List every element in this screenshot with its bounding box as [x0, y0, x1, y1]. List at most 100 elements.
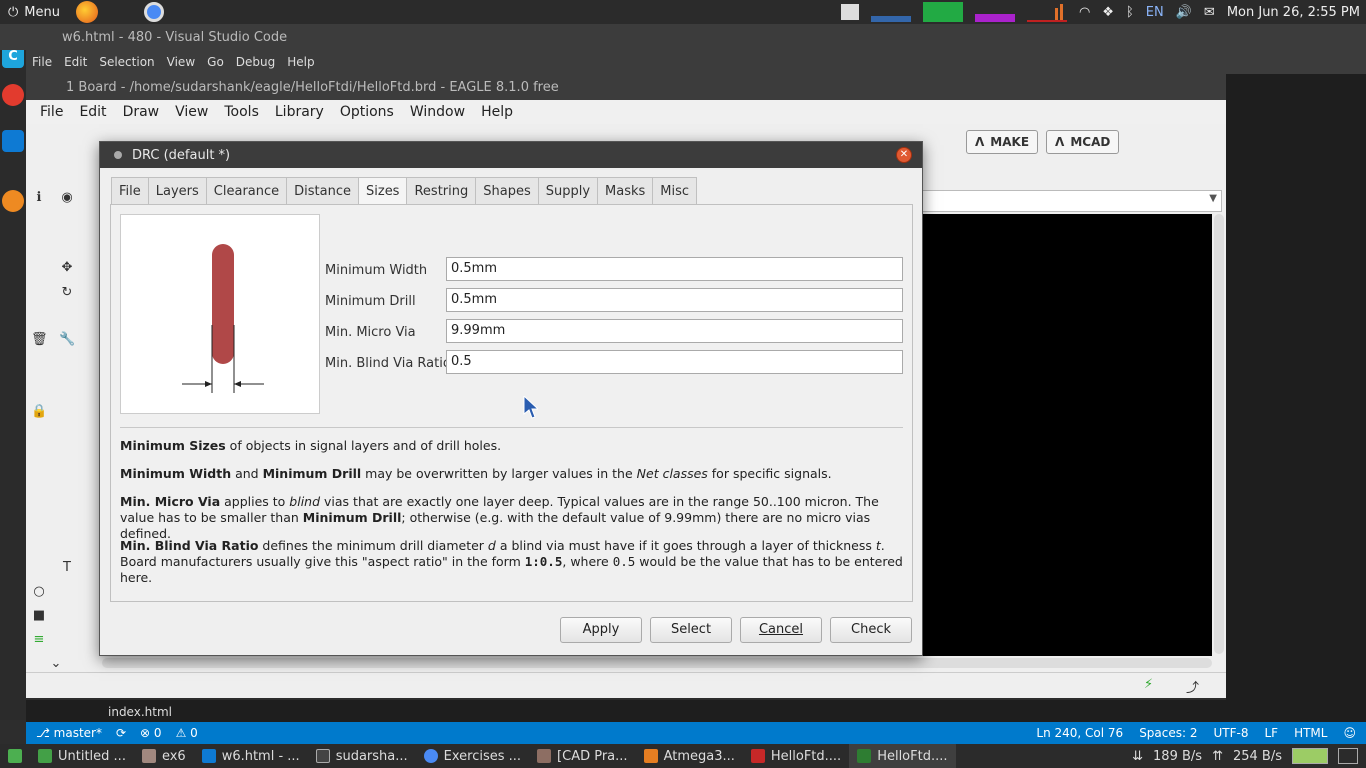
vertical-scrollbar[interactable]	[1214, 214, 1224, 654]
feedback-icon[interactable]: ☺	[1343, 726, 1356, 740]
chevron-down-icon[interactable]: ⌄	[48, 656, 64, 672]
clock[interactable]: Mon Jun 26, 2:55 PM	[1227, 5, 1360, 20]
rectangle-icon[interactable]: ■	[31, 608, 47, 624]
select-button[interactable]: Select	[650, 617, 732, 643]
cancel-button[interactable]: Cancel	[740, 617, 822, 643]
help-emphasis: Net classes	[636, 466, 708, 481]
eagle-menu-tools[interactable]: Tools	[216, 104, 267, 120]
tab-file[interactable]: File	[111, 177, 148, 205]
vscode-menu-view[interactable]: View	[161, 55, 201, 69]
blender-app-icon[interactable]	[2, 190, 24, 212]
chrome-icon[interactable]	[144, 2, 164, 22]
tab-supply[interactable]: Supply	[537, 177, 598, 205]
vscode-menu-debug[interactable]: Debug	[230, 55, 281, 69]
minimum-width-input[interactable]: 0.5mm	[446, 257, 903, 281]
eagle-menu-options[interactable]: Options	[332, 104, 402, 120]
cursor-position[interactable]: Ln 240, Col 76	[1036, 726, 1123, 740]
task-item[interactable]: [CAD Pra...	[529, 744, 636, 768]
help-term: Minimum Width	[120, 466, 232, 481]
tab-sizes[interactable]: Sizes	[358, 177, 407, 205]
text-icon[interactable]: T	[59, 560, 75, 576]
indentation[interactable]: Spaces: 2	[1139, 726, 1197, 740]
window-menu-icon[interactable]	[114, 151, 122, 159]
show-desktop-button[interactable]	[0, 744, 30, 768]
vscode-menu-help[interactable]: Help	[281, 55, 320, 69]
eagle-menu-view[interactable]: View	[167, 104, 216, 120]
apply-button[interactable]: Apply	[560, 617, 642, 643]
task-item[interactable]: w6.html - ...	[194, 744, 308, 768]
lightning-icon[interactable]: ⚡	[1144, 677, 1153, 692]
sync-icon[interactable]: ⟳	[116, 726, 126, 740]
rotate-icon[interactable]: ↻	[59, 285, 75, 301]
volume-icon[interactable]: 🔊	[1176, 5, 1192, 20]
info-icon[interactable]: ℹ	[31, 190, 47, 206]
minimum-drill-input[interactable]: 0.5mm	[446, 288, 903, 312]
circle-icon[interactable]: ○	[31, 584, 47, 600]
eagle-app-icon[interactable]	[2, 84, 24, 106]
app-tray-icon[interactable]	[840, 4, 859, 20]
eagle-menu-draw[interactable]: Draw	[115, 104, 168, 120]
vscode-app-icon[interactable]	[2, 130, 24, 152]
dropbox-icon[interactable]: ❖	[1102, 5, 1114, 20]
git-branch-item[interactable]: ⎇ master*	[36, 726, 102, 740]
vscode-menu-edit[interactable]: Edit	[58, 55, 93, 69]
task-item[interactable]: ex6	[134, 744, 194, 768]
eagle-menu-window[interactable]: Window	[402, 104, 473, 120]
workspace-icon[interactable]	[1338, 748, 1358, 764]
check-button[interactable]: Check	[830, 617, 912, 643]
board-canvas[interactable]	[906, 214, 1212, 656]
bluetooth-icon[interactable]: ᛒ	[1126, 5, 1134, 20]
tab-restring[interactable]: Restring	[406, 177, 476, 205]
firefox-icon[interactable]	[76, 1, 98, 23]
layers-icon[interactable]: ≡	[31, 632, 47, 648]
lock-icon[interactable]: 🔒	[31, 404, 47, 420]
min-micro-via-input[interactable]: 9.99mm	[446, 319, 903, 343]
command-line-input[interactable]: ▼	[906, 190, 1222, 212]
battery-icon[interactable]	[1292, 748, 1328, 764]
vscode-menu-go[interactable]: Go	[201, 55, 230, 69]
tab-layers[interactable]: Layers	[147, 177, 206, 205]
language-indicator[interactable]: EN	[1146, 5, 1164, 20]
vscode-editor-area	[1226, 74, 1366, 722]
task-item[interactable]: HelloFtd....	[743, 744, 849, 768]
eye-icon[interactable]: ◉	[59, 190, 75, 206]
vscode-menu-selection[interactable]: Selection	[93, 55, 160, 69]
errors-item[interactable]: ⊗ 0	[140, 726, 162, 740]
eagle-menu-help[interactable]: Help	[473, 104, 521, 120]
encoding[interactable]: UTF-8	[1214, 726, 1249, 740]
min-blind-via-ratio-input[interactable]: 0.5	[446, 350, 903, 374]
route-icon[interactable]: ⤴	[1186, 677, 1199, 696]
eagle-menu-file[interactable]: File	[32, 104, 71, 120]
help-term: Min. Blind Via Ratio	[120, 538, 259, 553]
move-icon[interactable]: ✥	[59, 260, 75, 276]
eagle-menu-edit[interactable]: Edit	[71, 104, 114, 120]
make-button[interactable]: Λ MAKE	[966, 130, 1039, 154]
mcad-button[interactable]: Λ MCAD	[1046, 130, 1120, 154]
warnings-item[interactable]: ⚠ 0	[176, 726, 198, 740]
tab-clearance[interactable]: Clearance	[205, 177, 287, 205]
task-item[interactable]: sudarsha...	[308, 744, 416, 768]
eagle-menu-library[interactable]: Library	[267, 104, 332, 120]
help-emphasis: blind	[289, 494, 321, 509]
tab-shapes[interactable]: Shapes	[475, 177, 538, 205]
task-item-active[interactable]: HelloFtd....	[849, 744, 956, 768]
task-item[interactable]: Exercises ...	[416, 744, 529, 768]
task-item[interactable]: Atmega3...	[636, 744, 743, 768]
horizontal-scrollbar[interactable]	[102, 658, 1212, 668]
launcher-dock: C	[0, 40, 26, 720]
chevron-down-icon[interactable]: ▼	[1209, 193, 1217, 204]
close-icon[interactable]: ✕	[896, 147, 912, 163]
explorer-item[interactable]: index.html	[108, 705, 172, 719]
mail-icon[interactable]: ✉	[1204, 5, 1215, 20]
delete-icon[interactable]: 🗑	[31, 332, 48, 348]
tab-distance[interactable]: Distance	[286, 177, 358, 205]
language-mode[interactable]: HTML	[1294, 726, 1327, 740]
tab-masks[interactable]: Masks	[597, 177, 653, 205]
system-menu-button[interactable]: ⏻ Menu	[0, 5, 68, 20]
wrench-icon[interactable]: 🔧	[59, 332, 75, 348]
line-ending[interactable]: LF	[1264, 726, 1278, 740]
tab-misc[interactable]: Misc	[652, 177, 698, 205]
wifi-icon[interactable]: ◠	[1079, 5, 1090, 20]
vscode-menu-file[interactable]: File	[26, 55, 58, 69]
task-item[interactable]: Untitled ...	[30, 744, 134, 768]
